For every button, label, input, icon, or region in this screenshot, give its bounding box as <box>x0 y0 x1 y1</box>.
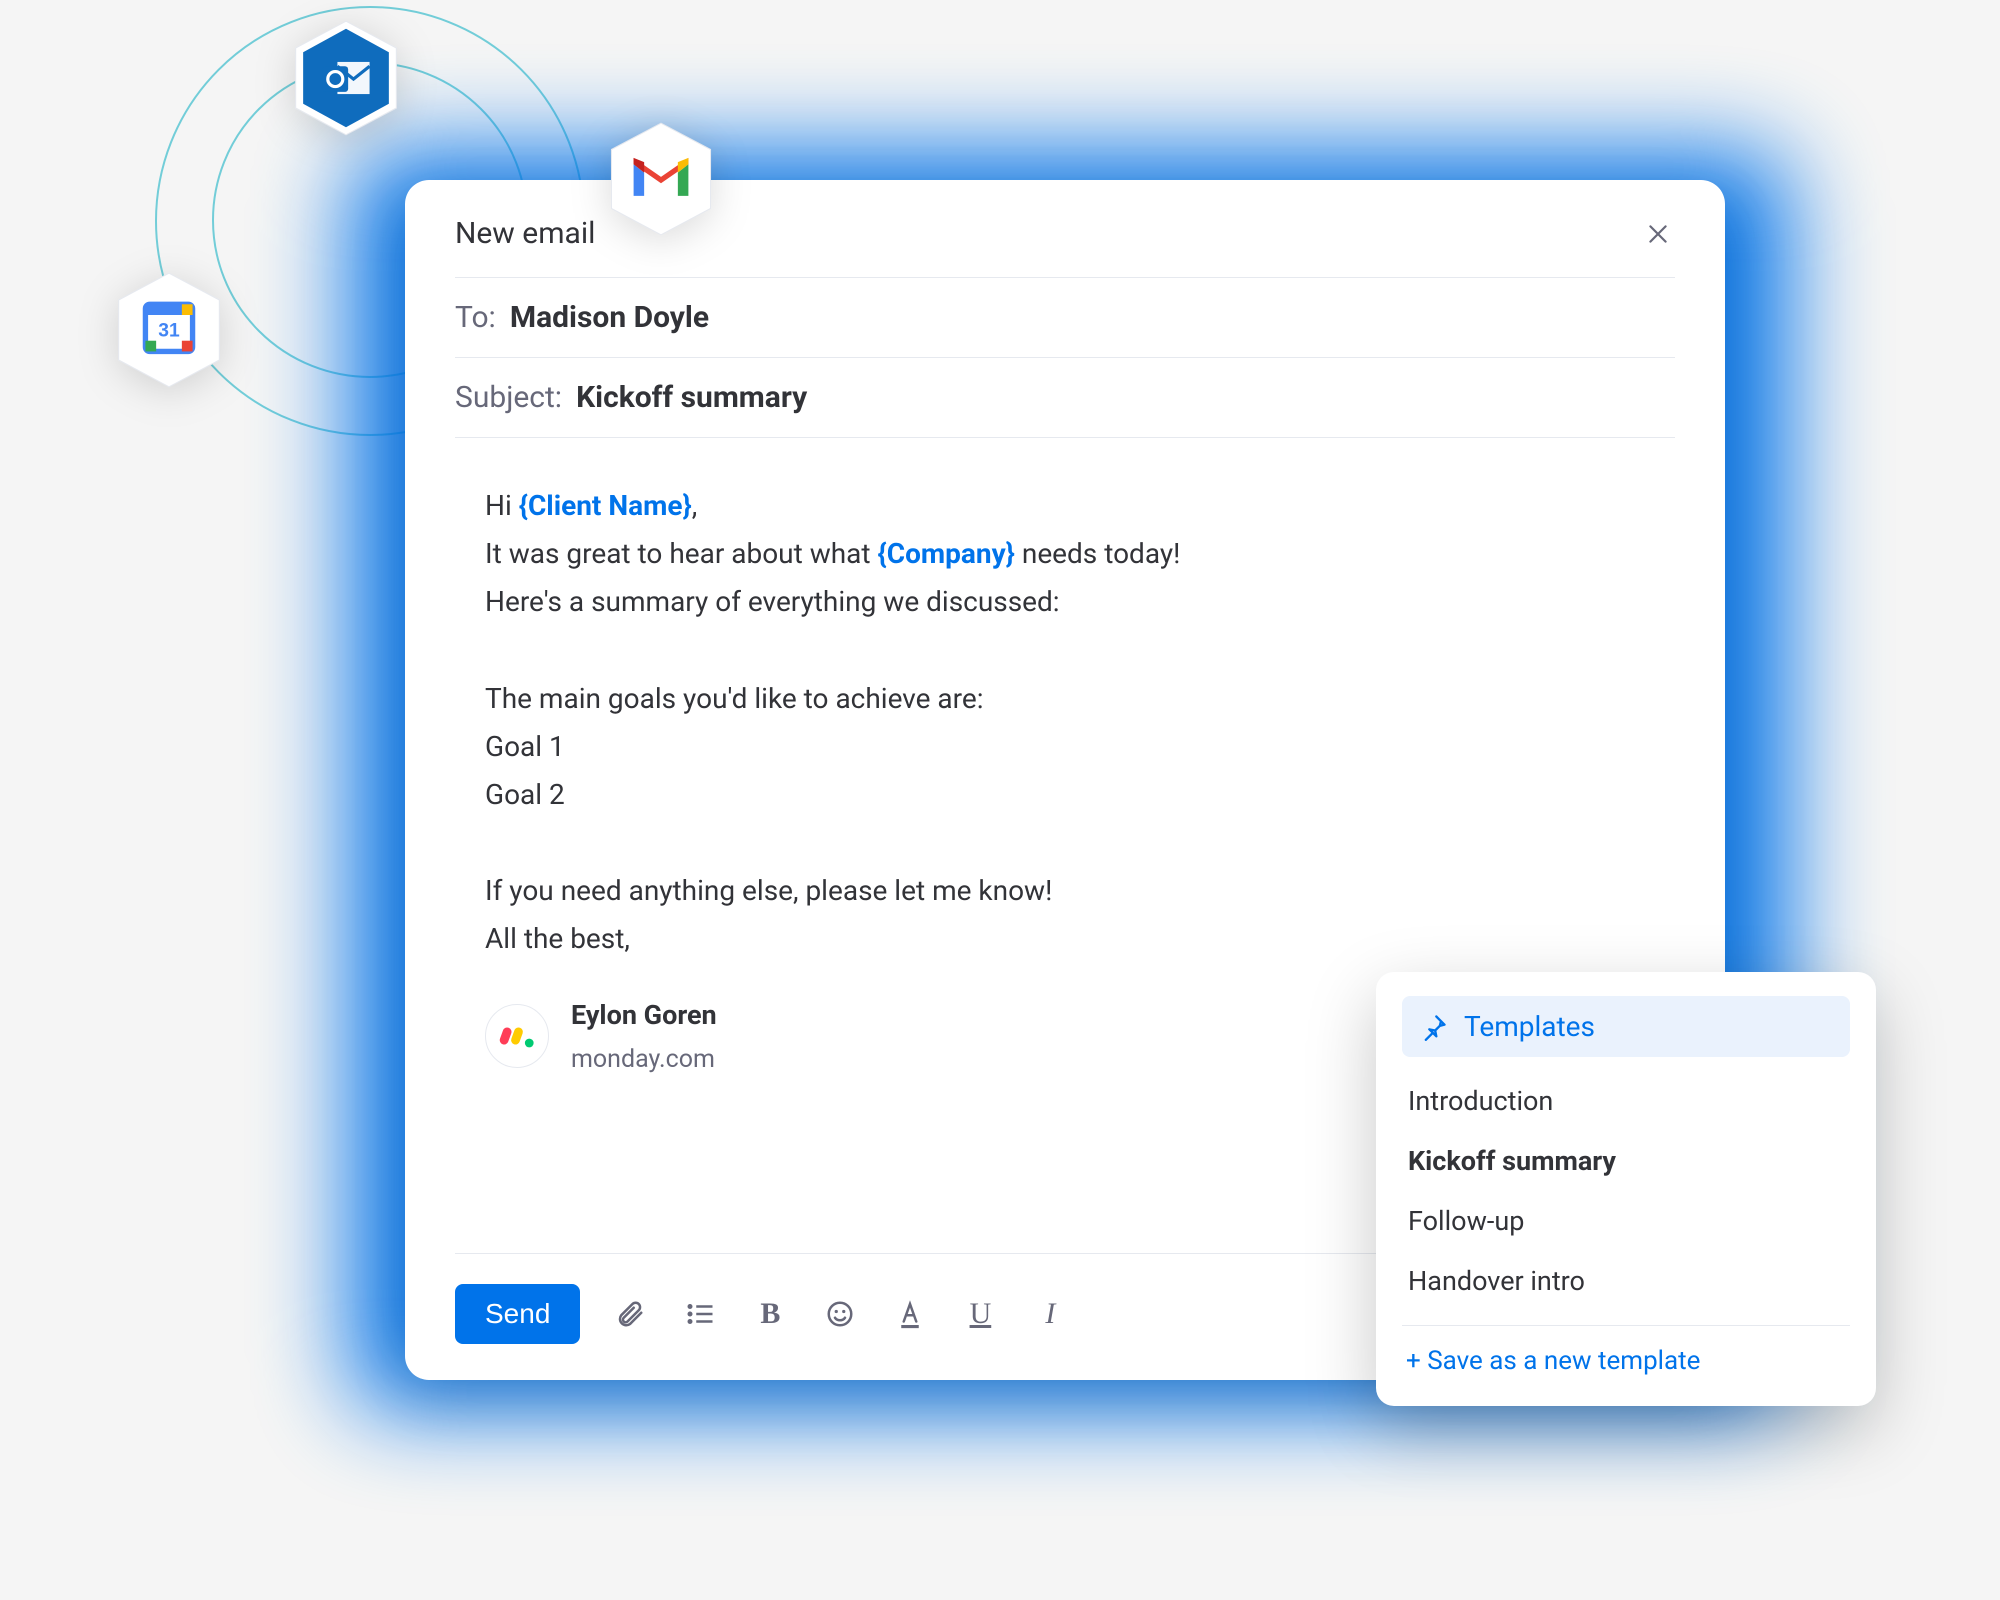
bullet-list-icon <box>685 1299 715 1329</box>
gmail-icon <box>607 120 715 238</box>
pin-icon <box>1420 1013 1448 1041</box>
subject-field[interactable]: Subject: Kickoff summary <box>455 357 1675 437</box>
template-token-company: {Company} <box>878 537 1015 570</box>
outlook-icon <box>291 18 401 138</box>
emoji-button[interactable] <box>820 1294 860 1334</box>
templates-panel: Templates Introduction Kickoff summary F… <box>1376 972 1876 1406</box>
signature-company: monday.com <box>571 1038 717 1081</box>
emoji-icon <box>825 1299 855 1329</box>
body-text: needs today! <box>1015 537 1180 570</box>
to-value: Madison Doyle <box>510 300 709 335</box>
body-text: Hi <box>485 489 519 522</box>
template-item-handover-intro[interactable]: Handover intro <box>1402 1251 1850 1311</box>
close-icon <box>1645 221 1671 247</box>
monday-logo-icon <box>485 1004 549 1068</box>
divider <box>1402 1325 1850 1326</box>
text-color-button[interactable] <box>890 1294 930 1334</box>
italic-icon: I <box>1045 1297 1055 1331</box>
attachment-button[interactable] <box>610 1294 650 1334</box>
body-text: It was great to hear about what <box>485 537 878 570</box>
bold-icon: B <box>760 1297 780 1331</box>
template-item-kickoff-summary[interactable]: Kickoff summary <box>1402 1131 1850 1191</box>
save-as-template-button[interactable]: + Save as a new template <box>1402 1336 1850 1380</box>
body-text: Here's a summary of everything we discus… <box>485 578 1665 626</box>
templates-header-label: Templates <box>1464 1010 1595 1043</box>
body-text: Goal 1 <box>485 723 1665 771</box>
svg-text:31: 31 <box>158 320 180 341</box>
body-text: All the best, <box>485 915 1665 963</box>
subject-value: Kickoff summary <box>576 380 807 415</box>
underline-icon: U <box>970 1297 992 1331</box>
send-button[interactable]: Send <box>455 1284 580 1344</box>
subject-label: Subject: <box>455 380 562 415</box>
to-field[interactable]: To: Madison Doyle <box>455 277 1675 357</box>
template-item-introduction[interactable]: Introduction <box>1402 1071 1850 1131</box>
text-color-icon <box>895 1299 925 1329</box>
to-label: To: <box>455 300 496 335</box>
italic-button[interactable]: I <box>1030 1294 1070 1334</box>
compose-title: New email <box>455 216 595 251</box>
template-item-follow-up[interactable]: Follow-up <box>1402 1191 1850 1251</box>
body-text: The main goals you'd like to achieve are… <box>485 675 1665 723</box>
paperclip-icon <box>615 1299 645 1329</box>
body-text: , <box>692 489 698 522</box>
google-calendar-icon: 31 <box>114 270 224 390</box>
signature-name: Eylon Goren <box>571 992 717 1038</box>
bold-button[interactable]: B <box>750 1294 790 1334</box>
template-token-client: {Client Name} <box>519 489 692 522</box>
body-text: Goal 2 <box>485 771 1665 819</box>
close-button[interactable] <box>1641 217 1675 251</box>
templates-header[interactable]: Templates <box>1402 996 1850 1057</box>
bullet-list-button[interactable] <box>680 1294 720 1334</box>
underline-button[interactable]: U <box>960 1294 1000 1334</box>
body-text: If you need anything else, please let me… <box>485 867 1665 915</box>
